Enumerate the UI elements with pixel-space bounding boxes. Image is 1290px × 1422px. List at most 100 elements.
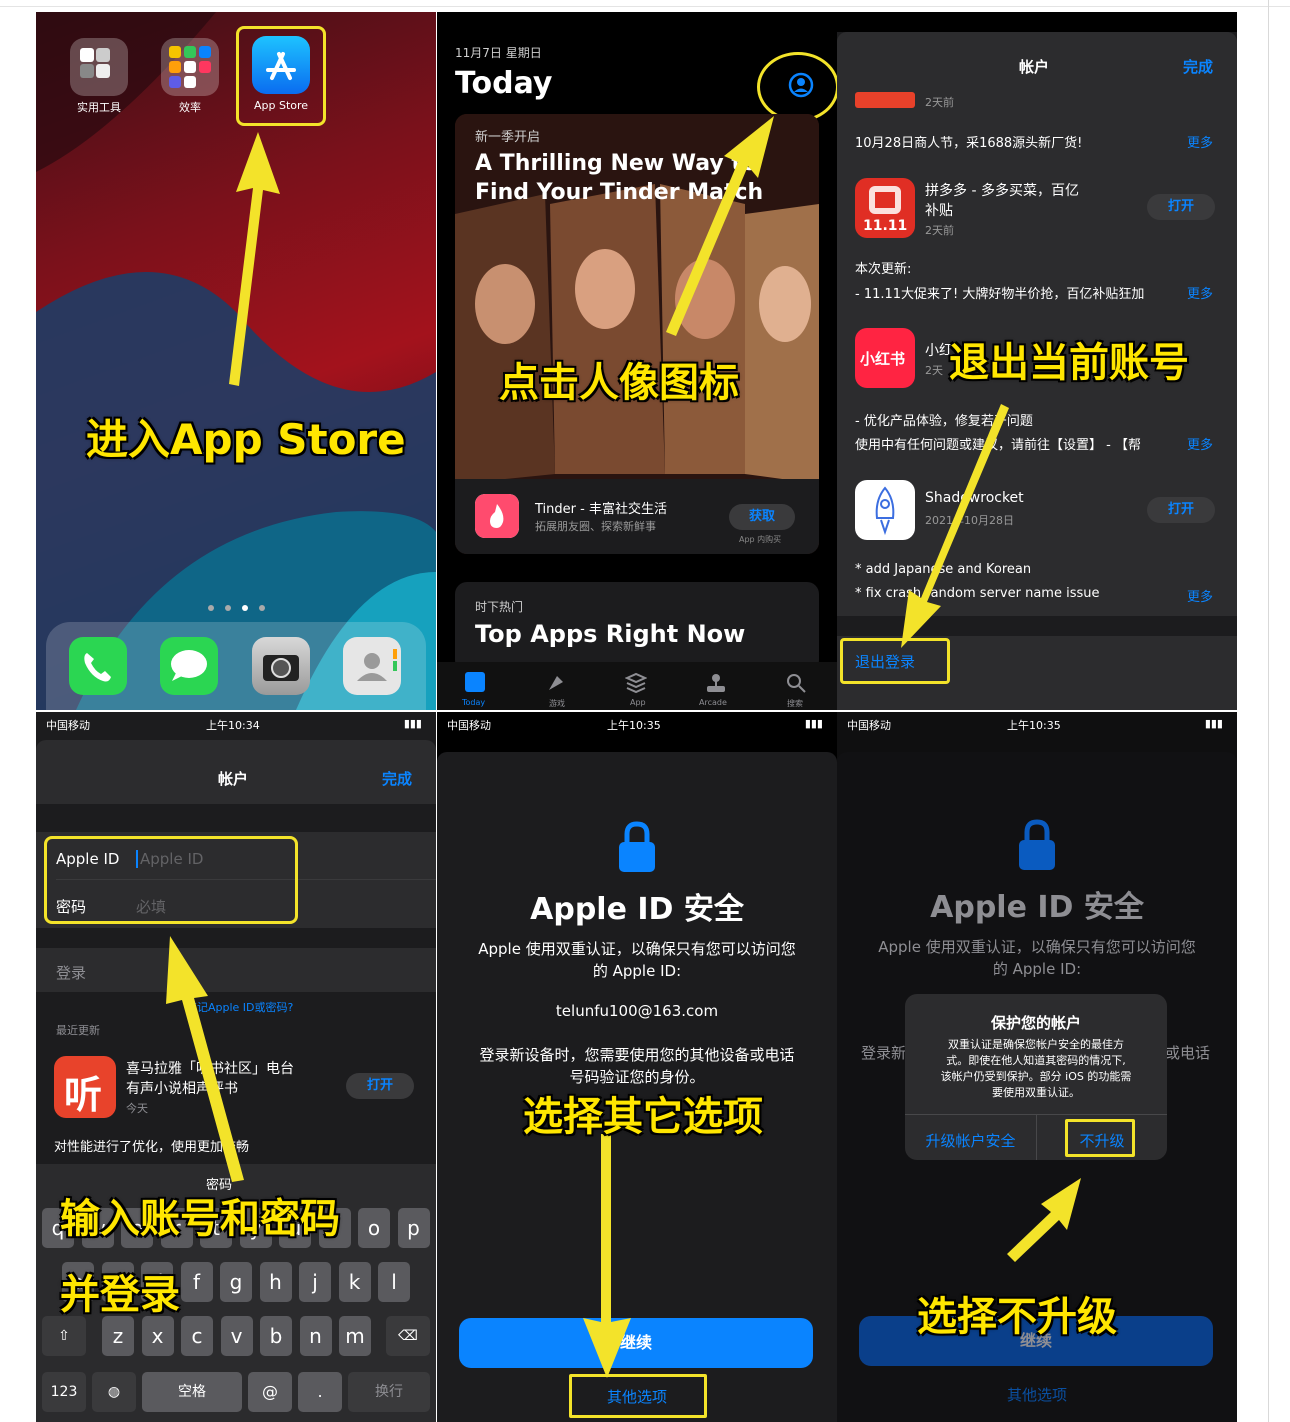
alert-line4: 要使用双重认证。 [992,1086,1080,1099]
key-m[interactable]: m [339,1316,371,1356]
status-bar: 中国移动 上午10:34 ▮▮▮ [36,712,436,736]
tab-apps[interactable]: App [630,698,646,707]
games-tab-icon[interactable] [545,672,567,698]
panel-account-sheet: 帐户 完成 2天前 10月28日商人节，采1688源头新厂货! 更多 11.11… [837,12,1237,710]
login-button[interactable]: 登录 [56,962,86,983]
alert-line3: 该帐户仍受到保护。部分 iOS 的功能需 [940,1070,1132,1083]
security-desc-line2: 的 Apple ID: [992,960,1082,978]
security-note-line1: 登录新设备时，您需要使用您的其他设备或电话 [479,1046,795,1064]
annotation-and-login: 并登录 [60,1272,180,1318]
section-kicker: 时下热门 [475,600,524,614]
tab-games[interactable]: 游戏 [549,698,565,709]
time-label: 上午10:35 [607,719,661,732]
camera-icon[interactable] [252,637,310,695]
ximalaya-icon: 听 [54,1056,116,1118]
key-x[interactable]: x [141,1316,174,1356]
alert-line2: 式。即使在他人知道其密码的情况下, [946,1054,1126,1067]
carrier-label: 中国移动 [46,719,90,732]
carrier-label: 中国移动 [847,719,891,732]
dot-key[interactable]: . [298,1372,342,1412]
done-button[interactable]: 完成 [382,768,412,789]
key-o[interactable]: o [358,1208,390,1248]
pinduoduo-open-button[interactable]: 打开 [1147,194,1215,220]
more-link-row0[interactable]: 更多 [1187,132,1213,151]
key-j[interactable]: j [299,1262,331,1302]
right-border [1268,0,1269,1422]
key-c[interactable]: c [181,1316,213,1356]
status-bar: 中国移动 上午10:35 ▮▮▮ [837,712,1237,736]
pinduoduo-name-line2: 补贴 [925,203,953,219]
annotation-enter-app-store: 进入App Store [86,415,406,464]
shift-key[interactable]: ⇧ [42,1316,86,1356]
get-button[interactable]: 获取 [729,504,795,530]
panel-upgrade-alert: 中国移动 上午10:35 ▮▮▮ Apple ID 安全 Apple 使用双重认… [837,712,1237,1422]
arcade-tab-icon[interactable] [705,672,727,698]
globe-key[interactable]: ◍ [92,1372,136,1412]
key-n[interactable]: n [299,1316,332,1356]
update-heading: 本次更新: [855,262,912,277]
tab-today[interactable]: Today [462,698,485,707]
key-g[interactable]: g [220,1262,252,1302]
tab-search[interactable]: 搜索 [787,698,803,709]
security-desc-line1: Apple 使用双重认证，以确保只有您可以访问您 [878,938,1196,956]
key-b[interactable]: b [260,1316,292,1356]
shadowrocket-open-button[interactable]: 打开 [1147,497,1215,523]
iap-label: App 内购买 [739,535,782,544]
recent-label: 最近更新 [56,1024,100,1037]
today-date: 11月7日 星期日 [455,46,542,60]
key-z[interactable]: z [102,1316,134,1356]
pinduoduo-icon-text: 11.11 [863,218,908,234]
annotation-dont-upgrade: 选择不升级 [917,1294,1117,1340]
key-v[interactable]: v [220,1316,253,1356]
annotation-tap-avatar: 点击人像图标 [499,360,739,406]
key-p[interactable]: p [397,1208,430,1248]
key-f[interactable]: f [180,1262,213,1302]
battery-icon: ▮▮▮ [1204,717,1223,730]
more-link-pdd[interactable]: 更多 [1187,283,1213,302]
lock-icon [1017,818,1057,876]
productivity-folder-label: 效率 [179,101,201,114]
alert-line1: 双重认证是确保您帐户安全的最佳方 [948,1038,1124,1051]
bg-note-right: 或电话 [1165,1044,1211,1062]
utilities-folder-icon[interactable] [70,38,128,96]
upgrade-security-button[interactable]: 升级帐户安全 [905,1130,1036,1151]
done-button[interactable]: 完成 [1183,56,1213,77]
contacts-icon[interactable] [343,637,401,695]
annotation-sign-out: 退出当前账号 [949,340,1189,386]
apps-tab-icon[interactable] [624,672,648,698]
today-tab-icon[interactable] [465,672,485,692]
collage-frame: 实用工具 效率 App Store 进入App Store 11月7日 星期日 … [0,0,1290,1422]
highlight-app-store [236,26,326,126]
more-link-shadowrocket[interactable]: 更多 [1187,586,1213,605]
panel-login-form: 中国移动 上午10:34 ▮▮▮ 帐户 完成 Apple ID Apple ID… [36,712,436,1422]
key-h[interactable]: h [259,1262,292,1302]
utilities-folder-label: 实用工具 [77,101,121,114]
tab-arcade[interactable]: Arcade [699,698,727,707]
productivity-folder-icon[interactable] [161,38,219,96]
pinduoduo-meta: 2天前 [925,224,954,237]
space-key[interactable]: 空格 [142,1372,242,1412]
arrow-diagonal-icon [666,116,774,336]
top-border [0,6,1290,7]
security-title: Apple ID 安全 [930,890,1144,925]
security-desc-line2: 的 Apple ID: [592,962,682,980]
today-title: Today [455,66,553,101]
ximalaya-open-button[interactable]: 打开 [346,1073,414,1099]
more-link-xhs[interactable]: 更多 [1187,434,1213,453]
return-key[interactable]: 换行 [348,1372,430,1412]
tinder-app-sub: 拓展朋友圈、探索新鲜事 [535,520,656,533]
numbers-key[interactable]: 123 [42,1372,86,1412]
xiaohongshu-meta: 2天 [925,364,943,377]
key-k[interactable]: k [338,1262,371,1302]
security-desc-line1: Apple 使用双重认证，以确保只有您可以访问您 [478,940,796,958]
ximalaya-icon-text: 听 [64,1073,103,1117]
phone-icon[interactable] [69,637,127,695]
search-tab-icon[interactable] [785,672,807,698]
account-title: 帐户 [218,770,249,788]
key-l[interactable]: l [378,1262,410,1302]
pinduoduo-name-line1: 拼多多 - 多多买菜，百亿 [925,183,1079,199]
messages-icon[interactable] [160,637,218,695]
other-options-button[interactable]: 其他选项 [837,1384,1237,1405]
at-key[interactable]: @ [248,1372,292,1412]
delete-key[interactable]: ⌫ [386,1316,430,1356]
